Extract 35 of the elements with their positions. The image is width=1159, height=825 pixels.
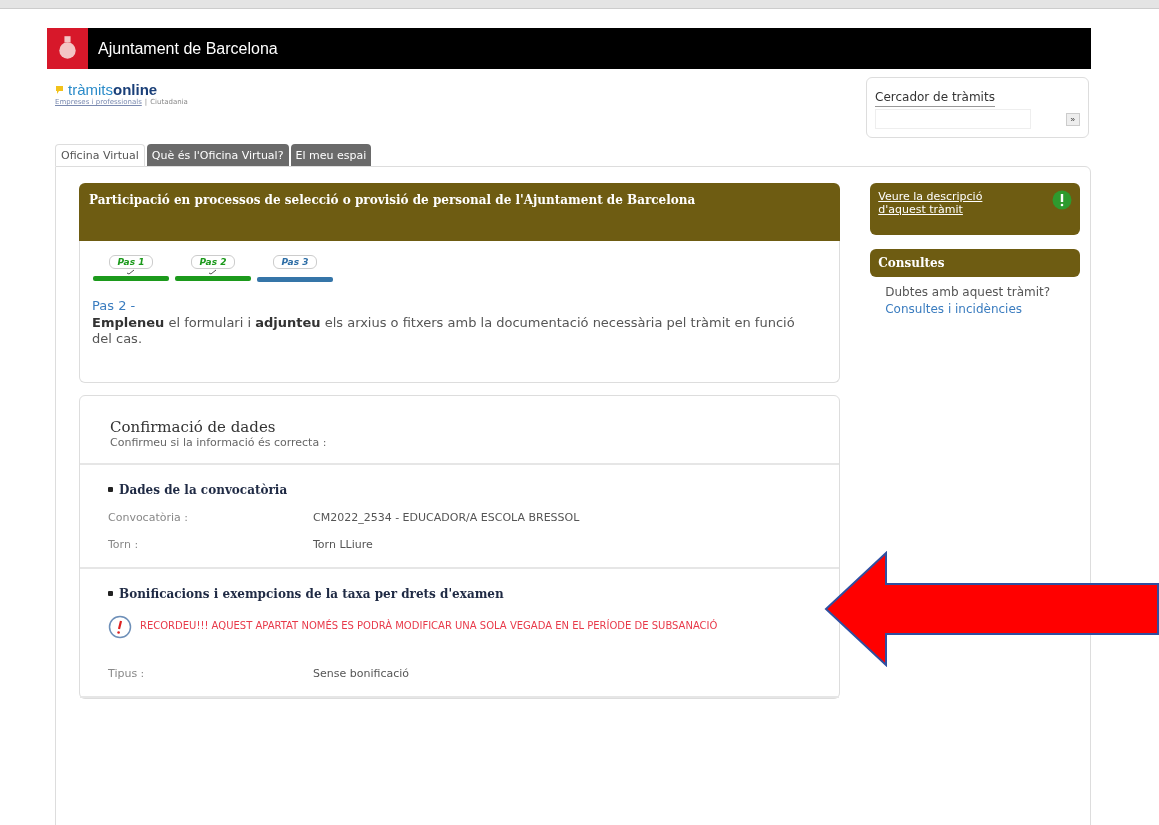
tab[interactable]: Oficina Virtual [55, 144, 145, 166]
section-heading: Dades de la convocatòria [119, 482, 288, 497]
check-icon [208, 269, 218, 275]
field-value: Sense bonificació [313, 666, 409, 680]
bullet-icon [108, 487, 113, 492]
confirmation-title: Confirmació de dades [110, 417, 277, 436]
tab[interactable]: Què és l'Oficina Virtual? [146, 144, 289, 166]
field-value: CM2022_2534 - EDUCADOR/A ESCOLA BRESSOL [313, 510, 580, 524]
search-button[interactable]: » [1065, 112, 1080, 126]
exclamation-icon [108, 614, 132, 639]
crest-logo-icon [47, 28, 88, 69]
confirmation-subtitle: Confirmeu si la informació és correcta : [110, 435, 328, 449]
tab[interactable]: El meu espai [290, 144, 372, 166]
search-label: Cercador de tràmits [875, 90, 995, 107]
field-label: Convocatòria : [108, 510, 189, 524]
brand-name: tràmitsonline [68, 81, 158, 98]
consultations-heading: Consultes [870, 249, 1080, 277]
header-title: Ajuntament de Barcelona [98, 39, 278, 58]
procedure-title: Participació en processos de selecció o provisió de personal de l'Ajuntament de Barcelona [79, 183, 841, 241]
bullet-icon [108, 591, 113, 596]
field-label: Tipus : [108, 666, 146, 680]
consultations-text: Dubtes amb aquest tràmit? [884, 284, 1052, 299]
exclamation-icon [1052, 190, 1072, 210]
section-heading: Bonificacions i exempcions de la taxa per drets d'examen [119, 586, 504, 601]
description-link[interactable]: Veure la descripció d'aquest tràmit [878, 190, 1009, 216]
check-icon [126, 269, 136, 275]
field-label: Torn : [108, 537, 140, 551]
field-value: Torn LLiure [313, 537, 373, 551]
step-instructions: Empleneu el formulari i adjunteu els arxius o fitxers amb la documentació necessària pel tràmit en funció del cas. [92, 315, 796, 348]
step-label: Pas 2 [190, 255, 236, 269]
step-label: Pas 3 [272, 255, 318, 269]
step-label: Pas 1 [108, 255, 154, 269]
step-heading: Pas 2 - [92, 298, 137, 313]
consultations-link[interactable]: Consultes i incidències [870, 299, 1080, 319]
warning-text: RECORDEU!!! AQUEST APARTAT NOMÉS ES PODRÀ MODIFICAR UNA SOLA VEGADA EN EL PERÍODE DE SUBSANACIÓ [140, 618, 718, 633]
